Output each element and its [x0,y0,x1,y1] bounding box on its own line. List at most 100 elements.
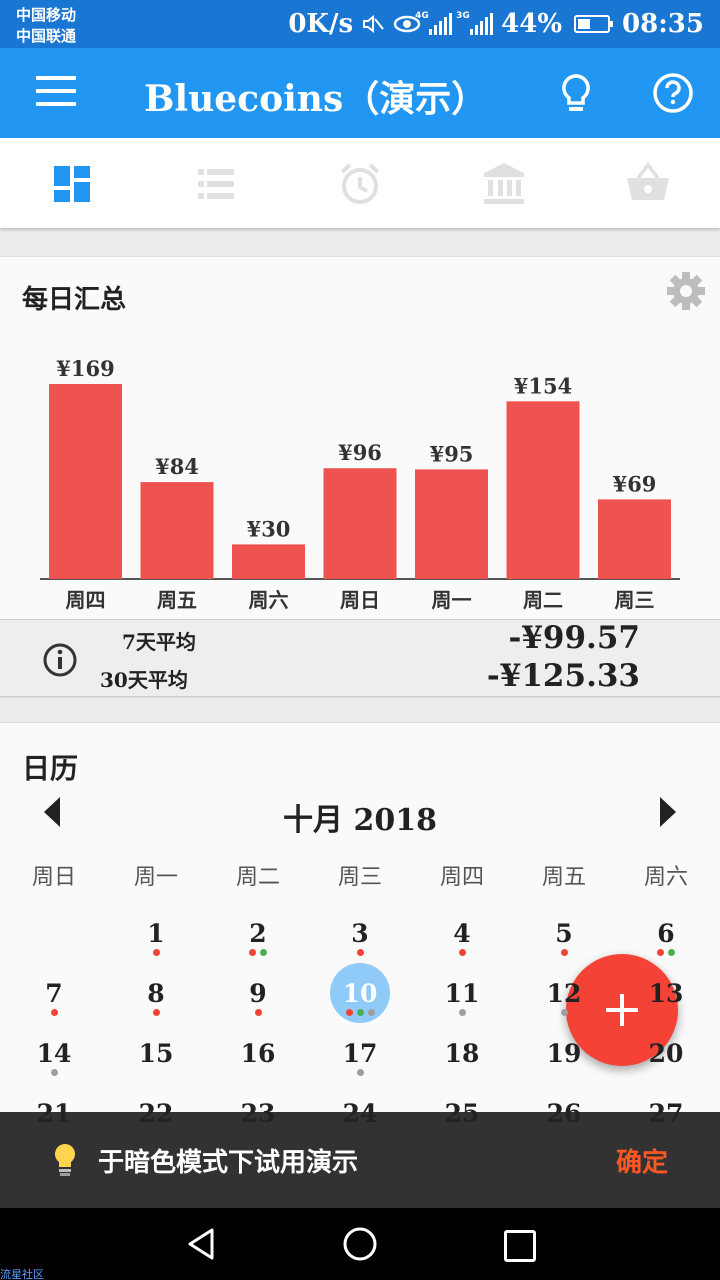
basket-icon[interactable] [624,160,672,208]
calendar-day[interactable]: 11 [411,979,513,1039]
transaction-dots [105,1129,207,1137]
status-indicators: 0K/s 4G 3G 44% 08:35 [288,8,704,40]
transaction-dots [615,1069,717,1077]
calendar-day[interactable]: 15 [105,1039,207,1099]
weekday-label: 周三 [337,865,382,890]
day-number: 1 [147,919,165,948]
help-icon[interactable] [652,72,694,114]
home-icon[interactable] [342,1226,378,1262]
chart-bar [506,401,580,579]
averages-panel: 7天平均 30天平均 -¥99.57 -¥125.33 [0,619,720,697]
recents-icon[interactable] [504,1230,536,1262]
info-icon[interactable] [42,642,78,678]
calendar-day[interactable]: 9 [207,979,309,1039]
transaction-dots [411,1009,513,1017]
next-month-button[interactable] [660,797,676,827]
avg-30-days-label: 30天平均 [100,668,188,692]
day-number: 24 [342,1099,378,1128]
transaction-dot [356,1009,364,1016]
alarm-clock-icon[interactable] [336,160,384,208]
day-number: 10 [342,979,378,1008]
transaction-dots [105,1069,207,1077]
transaction-dot [152,949,160,956]
chart-category-label: 周四 [66,588,106,612]
app-bar: Bluecoins（演示） [0,48,720,138]
chart-category-label: 周一 [432,588,472,612]
tab-bar [0,138,720,228]
calendar-card: 日历 十月 2018 周日 周一 周二 周三 周四 周五 周六 1 2 3 4 5 6 7 8 9 10 11 1… [0,722,720,1128]
transaction-dots [207,1129,309,1137]
calendar-day[interactable]: 8 [105,979,207,1039]
calendar-day[interactable]: 20 [615,1039,717,1099]
chart-bar [49,384,122,579]
transaction-dots [105,949,207,957]
month-label: 十月 2018 [283,803,437,838]
calendar-day[interactable]: 17 [309,1039,411,1099]
list-icon[interactable] [192,160,240,208]
chart-category-label: 周六 [249,588,289,612]
transaction-dot [458,949,466,956]
lightbulb-icon[interactable] [556,72,596,116]
chart-data-label: ¥30 [247,516,291,541]
navigation-bar [0,1208,720,1280]
transaction-dots [615,1009,717,1017]
transaction-dot [356,949,364,956]
transaction-dots [513,949,615,957]
chart-bar [232,544,305,579]
network-speed: 0K/s [288,9,354,39]
calendar-day[interactable]: 14 [3,1039,105,1099]
snackbar-message: 于暗色模式下试用演示 [98,1148,359,1178]
battery-percent: 44% [501,9,563,39]
app-title: Bluecoins（演示） [144,78,488,120]
transaction-dots [3,1009,105,1017]
weekday-label: 周六 [643,865,688,890]
avg-7-days-value: -¥99.57 [508,620,640,656]
chart-data-label: ¥154 [514,373,572,398]
calendar-day[interactable]: 7 [3,979,105,1039]
day-number: 6 [657,919,675,948]
transaction-dots [411,949,513,957]
chart-data-label: ¥69 [613,471,657,496]
mute-icon [363,14,384,34]
calendar-day[interactable]: 19 [513,1039,615,1099]
day-number: 14 [36,1039,72,1068]
transaction-dot [458,1009,466,1016]
chart-bar [140,482,214,579]
calendar-day[interactable]: 1 [105,919,207,979]
dashboard-icon[interactable] [48,160,96,208]
calendar-day[interactable]: 4 [411,919,513,979]
chart-data-label: ¥95 [430,441,474,466]
transaction-dots [513,1009,615,1017]
day-number: 26 [546,1099,582,1128]
battery-level-fill [578,19,591,29]
signal-4g-icon: 4G [415,11,453,35]
bank-icon[interactable] [480,160,528,208]
calendar-day[interactable]: 18 [411,1039,513,1099]
day-number: 18 [444,1039,480,1068]
day-number: 27 [648,1099,684,1128]
transaction-dot [345,1009,353,1016]
clock: 08:35 [622,9,704,39]
calendar-day-today[interactable]: 10 [309,963,411,1039]
carrier-name-2: 中国联通 [16,27,77,45]
carrier-name-1: 中国移动 [16,6,77,24]
calendar-day[interactable]: 16 [207,1039,309,1099]
signal-3g-icon: 3G [456,11,494,35]
daily-summary-title: 每日汇总 [22,285,127,315]
transaction-dots [411,1129,513,1137]
menu-icon[interactable] [36,76,76,110]
transaction-dots [309,949,411,957]
gear-icon[interactable] [664,269,708,313]
avg-30-days-value: -¥125.33 [486,658,640,694]
transaction-dots [411,1069,513,1077]
lightbulb-icon [55,1144,75,1176]
transaction-dots [3,1129,105,1137]
back-icon[interactable] [184,1226,220,1262]
day-number: 15 [138,1039,174,1068]
calendar-day[interactable]: 2 [207,919,309,979]
day-number: 22 [138,1099,174,1128]
transaction-dots [309,1069,411,1077]
snackbar-confirm-button[interactable]: 确定 [616,1142,668,1179]
weekday-label: 周四 [439,865,484,890]
transaction-dots [207,1069,309,1077]
